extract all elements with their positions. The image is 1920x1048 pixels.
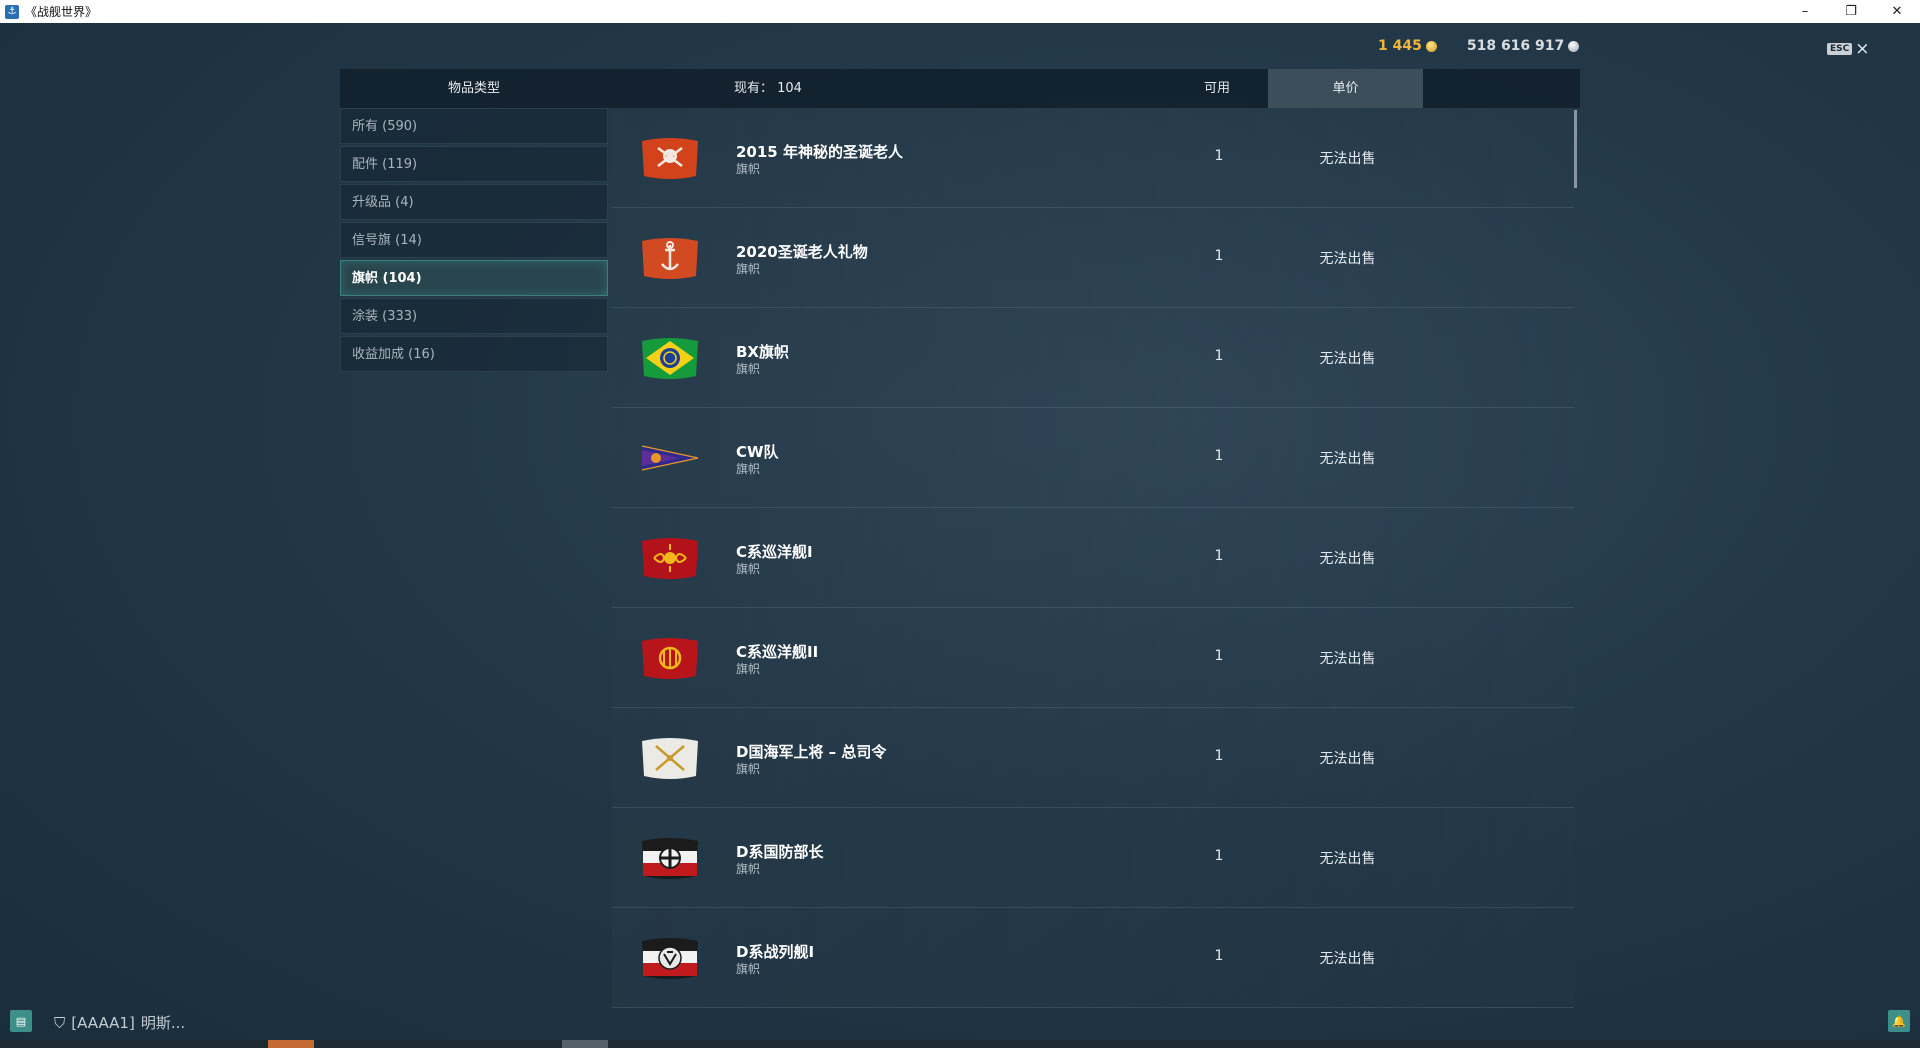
bottom-status-strip: [0, 1040, 1920, 1048]
item-name: 2015 年神秘的圣诞老人: [736, 143, 903, 161]
player-clan-info[interactable]: ⛉ [AAAA1] 明斯...: [54, 1012, 185, 1033]
list-item[interactable]: D系国防部长 旗帜 1 无法出售: [612, 808, 1574, 908]
item-quantity: 1: [1214, 148, 1224, 164]
item-name: 2020圣诞老人礼物: [736, 243, 868, 261]
item-type: 旗帜: [736, 962, 761, 976]
item-quantity: 1: [1214, 448, 1224, 464]
list-item[interactable]: C系巡洋舰II 旗帜 1 无法出售: [612, 608, 1574, 708]
item-type: 旗帜: [736, 262, 761, 276]
window-title: 《战舰世界》: [25, 5, 98, 19]
item-list: 2015 年神秘的圣诞老人 旗帜 1 无法出售 2020圣诞老人礼物 旗帜 1 …: [612, 108, 1574, 1012]
category-flags[interactable]: 旗帜 (104): [340, 260, 608, 296]
item-price: 无法出售: [1319, 451, 1376, 467]
list-item[interactable]: 2015 年神秘的圣诞老人 旗帜 1 无法出售: [612, 108, 1574, 208]
item-price: 无法出售: [1319, 651, 1376, 667]
item-type: 旗帜: [736, 862, 761, 876]
category-modules[interactable]: 配件 (119): [340, 146, 608, 182]
minimize-button[interactable]: –: [1782, 0, 1828, 23]
list-item[interactable]: D国海军上将 – 总司令 旗帜 1 无法出售: [612, 708, 1574, 808]
item-price: 无法出售: [1319, 251, 1376, 267]
item-type: 旗帜: [736, 362, 761, 376]
esc-key-badge: ESC: [1827, 43, 1853, 55]
header-owned-count: 现有： 104: [734, 81, 802, 96]
iron-cross-flag-icon: [642, 838, 698, 879]
anchor-2020-flag-icon: [642, 238, 698, 279]
item-quantity: 1: [1214, 548, 1224, 564]
item-name: D系战列舰I: [736, 943, 815, 961]
item-quantity: 1: [1214, 248, 1224, 264]
close-icon[interactable]: ×: [1855, 41, 1869, 58]
silver-amount: 518 616 917: [1466, 38, 1565, 54]
item-name: C系巡洋舰I: [736, 543, 813, 561]
item-quantity: 1: [1214, 748, 1224, 764]
player-name: 明斯...: [140, 1014, 186, 1032]
silver-balance: 518 616 917: [1466, 38, 1580, 54]
item-price: 无法出售: [1319, 551, 1376, 567]
item-quantity: 1: [1214, 948, 1224, 964]
status-segment: [562, 1040, 608, 1048]
inventory-header: 物品类型 现有： 104 可用 单价: [340, 69, 1580, 108]
item-price: 无法出售: [1319, 151, 1376, 167]
header-item-type: 物品类型: [447, 81, 500, 96]
restore-button[interactable]: ❐: [1828, 0, 1874, 23]
list-item[interactable]: 2020圣诞老人礼物 旗帜 1 无法出售: [612, 208, 1574, 308]
category-camouflage[interactable]: 涂装 (333): [340, 298, 608, 334]
item-quantity: 1: [1214, 648, 1224, 664]
app-icon: ⚓: [5, 4, 19, 19]
shield-icon: ⛉: [54, 1013, 66, 1032]
item-name: C系巡洋舰II: [736, 643, 819, 661]
list-item[interactable]: CW队 旗帜 1 无法出售: [612, 408, 1574, 508]
window-controls: – ❐ ✕: [1782, 0, 1920, 23]
item-type: 旗帜: [736, 662, 761, 676]
gold-amount: 1 445: [1378, 38, 1422, 54]
clan-tag: [AAAA1]: [71, 1013, 135, 1032]
pennant-flag-icon: [641, 445, 699, 471]
item-price: 无法出售: [1319, 951, 1376, 967]
category-economic-bonuses[interactable]: 收益加成 (16): [340, 336, 608, 372]
category-upgrades[interactable]: 升级品 (4): [340, 184, 608, 220]
item-name: CW队: [736, 443, 779, 461]
status-segment: [268, 1040, 314, 1048]
crossed-swords-flag-icon: [642, 738, 698, 779]
eagle-flag-icon: [642, 938, 698, 979]
list-scrollbar[interactable]: [1574, 110, 1577, 188]
close-window-button[interactable]: ✕: [1874, 0, 1920, 23]
brazil-flag-icon: [642, 338, 698, 379]
item-type: 旗帜: [736, 762, 761, 776]
silver-coin-icon: [1568, 40, 1580, 52]
item-quantity: 1: [1214, 848, 1224, 864]
item-type: 旗帜: [736, 562, 761, 576]
item-name: D国海军上将 – 总司令: [736, 743, 887, 761]
item-name: D系国防部长: [736, 843, 824, 861]
header-unit-price[interactable]: 单价: [1268, 69, 1423, 108]
item-quantity: 1: [1214, 348, 1224, 364]
item-type: 旗帜: [736, 462, 761, 476]
chat-button[interactable]: ▤: [10, 1010, 32, 1032]
item-price: 无法出售: [1319, 751, 1376, 767]
esc-close-button[interactable]: ESC ×: [1827, 41, 1870, 58]
category-all[interactable]: 所有 (590): [340, 108, 608, 144]
gold-coin-icon: [1425, 40, 1437, 52]
gold-balance: 1 445: [1378, 38, 1437, 54]
bell-icon: 🔔: [1892, 1014, 1906, 1028]
item-price: 无法出售: [1319, 851, 1376, 867]
ornament-red-flag-icon: [642, 538, 698, 579]
list-item[interactable]: D系战列舰I 旗帜 1 无法出售: [612, 908, 1574, 1008]
list-item[interactable]: BX旗帜 旗帜 1 无法出售: [612, 308, 1574, 408]
item-type: 旗帜: [736, 162, 761, 176]
notifications-button[interactable]: 🔔: [1888, 1010, 1910, 1032]
category-signals[interactable]: 信号旗 (14): [340, 222, 608, 258]
santa-skull-flag-icon: [642, 138, 698, 179]
currency-display: 1 445 518 616 917: [1378, 38, 1580, 54]
chat-icon: ▤: [15, 1014, 27, 1028]
emblem-red-flag-icon: [642, 638, 698, 679]
window-titlebar: ⚓ 《战舰世界》 – ❐ ✕: [0, 0, 1920, 23]
item-price: 无法出售: [1319, 351, 1376, 367]
category-sidebar: 所有 (590) 配件 (119) 升级品 (4) 信号旗 (14) 旗帜 (1…: [340, 108, 608, 374]
header-available[interactable]: 可用: [1190, 69, 1244, 108]
list-item[interactable]: C系巡洋舰I 旗帜 1 无法出售: [612, 508, 1574, 608]
item-name: BX旗帜: [736, 343, 789, 361]
